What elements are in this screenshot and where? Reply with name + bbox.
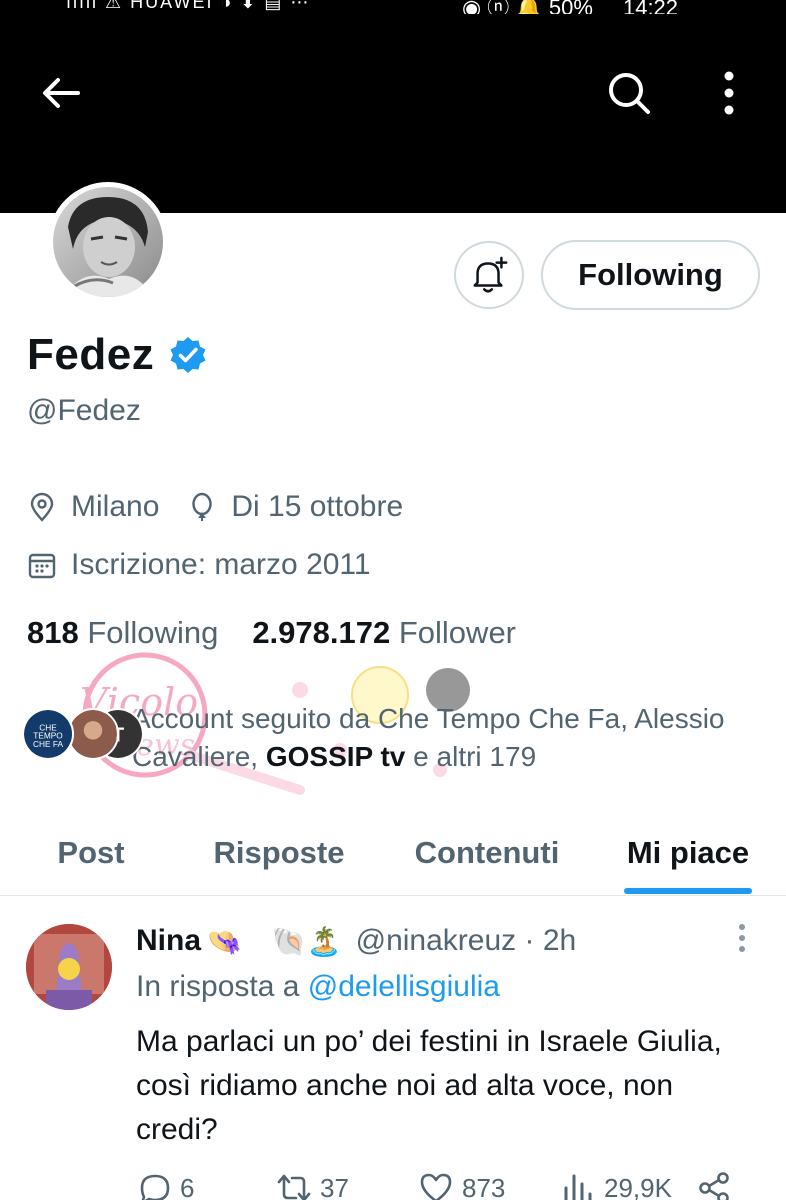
views-count: 29,9K <box>604 1172 672 1200</box>
mutual-avatar-2 <box>67 708 119 760</box>
tweet-reply-context: In risposta a @delellisgiulia <box>136 970 500 1004</box>
profile-joined-date: Iscrizione: marzo 2011 <box>71 548 371 581</box>
location-pin-icon <box>30 492 54 522</box>
reply-bubble-icon <box>140 1174 170 1200</box>
status-time: 14:22 <box>622 0 679 14</box>
search-icon <box>609 73 650 114</box>
active-tab-indicator <box>624 888 752 894</box>
profile-name: Fedez <box>27 330 155 379</box>
following-count-link[interactable]: 818 Following <box>27 615 218 651</box>
share-button[interactable] <box>696 1170 740 1200</box>
svg-text:CHE FA: CHE FA <box>33 739 63 749</box>
tweet-author-name[interactable]: Nina <box>136 924 201 958</box>
followers-count-link[interactable]: 2.978.172 Follower <box>252 615 516 651</box>
author-photo <box>26 924 112 1010</box>
profile-banner: ılıll ⚠ HUAWEI ◑ ⬇ ▤ ⋯ ◉ ⓝ 🔔 50% 14:22 <box>0 0 786 213</box>
retweet-icon <box>277 1174 311 1200</box>
tab-post[interactable]: Post <box>0 810 182 896</box>
following-button[interactable]: Following <box>541 240 760 310</box>
retweet-count: 37 <box>320 1172 349 1200</box>
followed-by-highlight: GOSSIP tv <box>265 741 406 772</box>
status-bar: ılıll ⚠ HUAWEI ◑ ⬇ ▤ ⋯ ◉ ⓝ 🔔 50% 14:22 <box>0 0 786 14</box>
followers-label: Follower <box>398 615 517 650</box>
bell-plus-icon <box>473 256 508 293</box>
profile-location: Milano <box>71 490 160 523</box>
following-count: 818 <box>27 615 79 650</box>
mutual-avatar-1: CHETEMPOCHE FA <box>22 708 74 760</box>
tweet-header: Nina 👒 🐚🏝️ @ninakreuz · 2h <box>136 924 576 958</box>
reply-count: 6 <box>180 1172 195 1200</box>
like-count: 873 <box>462 1172 506 1200</box>
tweet[interactable]: Nina 👒 🐚🏝️ @ninakreuz · 2h In risposta a… <box>0 898 786 1200</box>
vertical-dots-icon <box>739 924 745 952</box>
followed-by-text: Account seguito da Che Tempo Che Fa, Ale… <box>132 700 762 776</box>
back-button[interactable] <box>38 70 84 116</box>
status-system: ◉ ⓝ 🔔 50% 14:22 <box>462 0 678 14</box>
tab-risposte[interactable]: Risposte <box>182 810 376 896</box>
tweet-text: Ma parlaci un po’ dei festini in Israele… <box>136 1025 722 1146</box>
profile-meta-row: Milano Di 15 ottobre <box>27 490 403 524</box>
balloon-icon <box>192 492 213 521</box>
retweet-button[interactable]: 37 <box>276 1170 349 1200</box>
tweet-author-avatar[interactable] <box>26 924 112 1010</box>
profile-display-name: Fedez <box>27 330 208 380</box>
author-emoji-shell-island: 🐚🏝️ <box>271 925 342 957</box>
search-button[interactable] <box>604 68 654 118</box>
profile-handle: @Fedez <box>27 394 141 427</box>
followers-you-know[interactable]: T CHE TEMPO CHE FA Account seguito da Che … <box>22 700 762 776</box>
tab-label: Risposte <box>213 835 345 870</box>
followers-count: 2.978.172 <box>252 615 391 650</box>
status-indicators: ılıll ⚠ HUAWEI ◑ ⬇ ▤ ⋯ <box>66 0 311 12</box>
tweet-more-button[interactable] <box>734 922 750 956</box>
followed-by-suffix: e altri 179 <box>405 741 537 772</box>
tab-mi-piace[interactable]: Mi piace <box>598 810 778 896</box>
views-button[interactable]: 29,9K <box>560 1170 672 1200</box>
share-icon <box>699 1172 729 1200</box>
heart-icon <box>420 1173 452 1200</box>
profile-photo <box>53 187 163 297</box>
profile-stats: 818 Following 2.978.172 Follower <box>27 615 516 651</box>
tweet-author-handle[interactable]: @ninakreuz · 2h <box>356 924 577 958</box>
tab-contenuti[interactable]: Contenuti <box>376 810 598 896</box>
profile-avatar[interactable] <box>48 182 168 302</box>
reply-to-mention[interactable]: @delellisgiulia <box>308 970 500 1003</box>
profile-birthday: Di 15 ottobre <box>231 490 404 523</box>
calendar-icon <box>28 553 56 579</box>
profile-joined-row: Iscrizione: marzo 2011 <box>27 548 371 582</box>
following-label: Following <box>87 615 219 650</box>
views-bar-chart-icon <box>564 1174 592 1200</box>
status-icons: ◉ ⓝ 🔔 50% <box>462 0 593 14</box>
author-emoji-hat: 👒 <box>207 925 242 957</box>
tab-label: Contenuti <box>414 835 560 870</box>
reply-prefix: In risposta a <box>136 970 308 1003</box>
tweet-actions: 6 37 873 29,9K <box>136 1170 756 1200</box>
more-options-button[interactable] <box>712 68 746 118</box>
verified-badge-icon <box>170 337 206 373</box>
reply-button[interactable]: 6 <box>136 1170 194 1200</box>
vertical-dots-icon <box>724 71 734 115</box>
notifications-button[interactable] <box>454 241 524 309</box>
tab-label: Mi piace <box>626 835 750 870</box>
tab-label: Post <box>57 835 125 870</box>
mutual-avatars: T CHE TEMPO CHE FA <box>22 700 144 774</box>
arrow-left-icon <box>43 78 80 108</box>
profile-tabs: Post Risposte Contenuti Mi piace <box>0 810 786 896</box>
like-button[interactable]: 873 <box>418 1170 505 1200</box>
